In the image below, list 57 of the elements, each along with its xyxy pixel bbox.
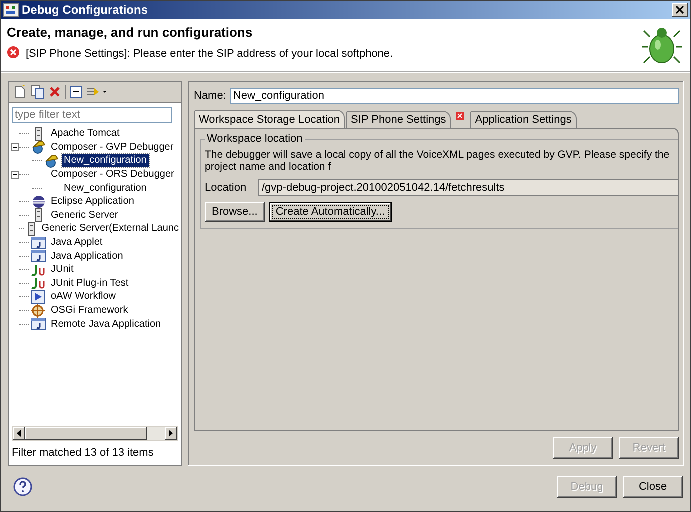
right-arrow-icon[interactable]: [169, 430, 173, 437]
filter-field[interactable]: type filter text: [12, 107, 172, 123]
server-icon: [33, 208, 45, 222]
left-arrow-icon[interactable]: [17, 430, 21, 437]
tree-item[interactable]: Eclipse Application: [49, 195, 136, 208]
copy-icon[interactable]: [31, 85, 45, 99]
name-field[interactable]: New_configuration: [230, 88, 679, 104]
filter-status: Filter matched 13 of 13 items: [11, 446, 155, 461]
tree-item[interactable]: Java Application: [49, 250, 126, 263]
window-icon: [31, 249, 47, 264]
close-button[interactable]: [672, 3, 688, 17]
tree-item[interactable]: OSGi Framework: [49, 304, 130, 318]
window-icon: [31, 317, 47, 332]
tree-item[interactable]: Generic Server(External Launc: [40, 222, 181, 236]
new-file-icon[interactable]: [13, 85, 27, 99]
tab[interactable]: Application Settings: [470, 111, 577, 128]
tree-item[interactable]: Generic Server: [49, 208, 120, 222]
target-icon: [31, 304, 47, 318]
help-icon[interactable]: [13, 477, 33, 497]
button[interactable]: Close: [623, 476, 683, 498]
delete-icon[interactable]: [49, 86, 61, 98]
server-icon: [26, 222, 38, 236]
description: The debugger will save a local copy of all the VoiceXML pages executed by GVP. Please specify the project name and location f: [205, 149, 671, 173]
app-icon: [3, 3, 19, 17]
location-label: Location: [205, 182, 248, 194]
collapse-toggle[interactable]: [11, 170, 19, 179]
tab[interactable]: SIP Phone Settings: [346, 111, 452, 128]
junit-icon: [31, 276, 47, 290]
tree-item[interactable]: JUnit: [49, 263, 76, 276]
group-title: Workspace location: [206, 133, 304, 145]
collapse-all-icon[interactable]: [70, 86, 82, 98]
tab[interactable]: Workspace Storage Location: [194, 110, 346, 128]
tree-item[interactable]: Java Applet: [49, 236, 105, 250]
eclipse-icon: [31, 194, 47, 209]
tree-item[interactable]: New_configuration: [62, 154, 149, 168]
server-icon: [33, 127, 45, 141]
tree-item[interactable]: oAW Workflow: [49, 290, 118, 304]
close-icon: [676, 6, 684, 14]
button[interactable]: Create Automatically...: [268, 202, 392, 222]
tree-item[interactable]: JUnit Plug-in Test: [49, 276, 131, 290]
name-label: Name:: [194, 90, 226, 102]
junit-icon: [31, 262, 47, 277]
applet-icon: [31, 236, 47, 250]
tree-item[interactable]: Apache Tomcat: [49, 127, 122, 140]
error-icon: [7, 46, 20, 59]
collapse-toggle[interactable]: [11, 143, 19, 152]
tree-item[interactable]: Composer - GVP Debugger: [49, 140, 176, 154]
play-icon: [31, 290, 47, 304]
tree-item[interactable]: Composer - ORS Debugger: [49, 168, 176, 182]
horizontal-scrollbar[interactable]: [12, 426, 178, 441]
header-title: Create, manage, and run configurations: [7, 25, 254, 40]
location-field[interactable]: /gvp-debug-project.201002051042.14/fetchresults: [258, 179, 678, 196]
window-title: Debug Configurations: [22, 3, 148, 17]
tree-item[interactable]: Remote Java Application: [49, 318, 164, 331]
button[interactable]: Browse...: [205, 202, 265, 222]
error-message: [SIP Phone Settings]: Please enter the SIP address of your local softphone.: [26, 48, 394, 60]
tree-item[interactable]: New_configuration: [62, 182, 149, 195]
